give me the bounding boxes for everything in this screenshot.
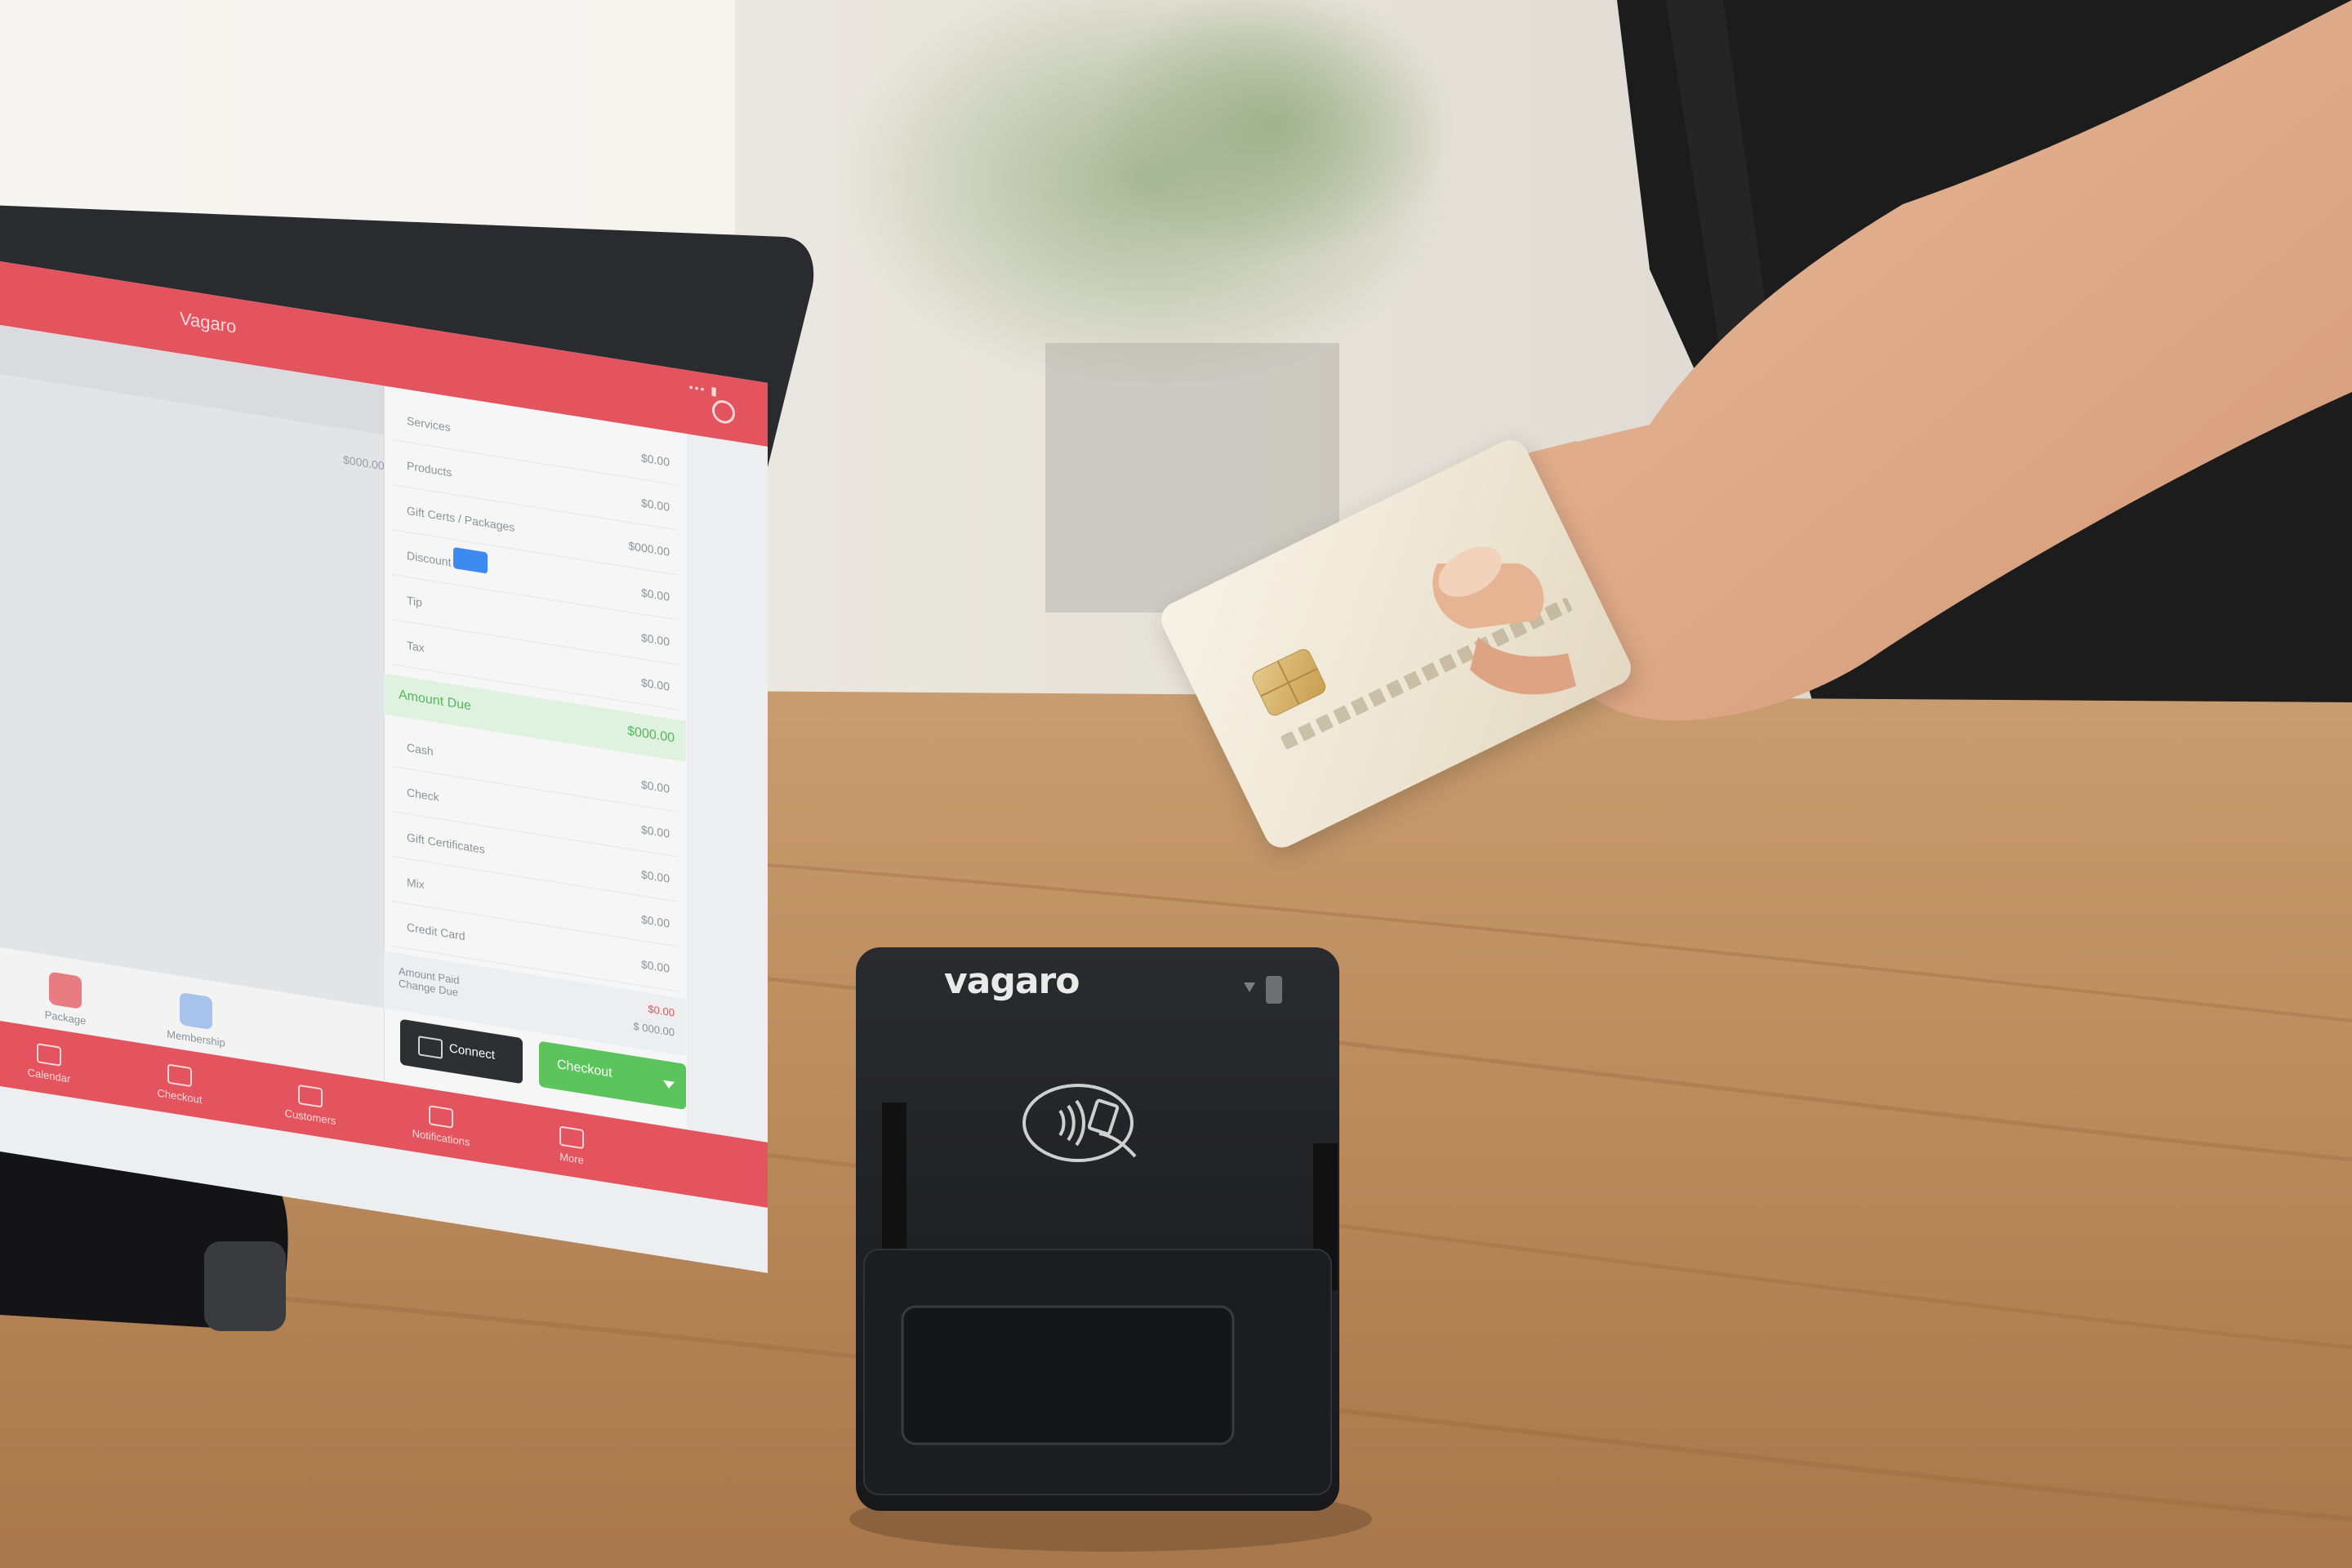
- change-due-value: $0.00: [648, 1002, 675, 1019]
- membership-icon: [180, 991, 212, 1031]
- card-reader-icon: [418, 1036, 443, 1059]
- calendar-icon: [37, 1043, 61, 1067]
- package-icon: [49, 971, 82, 1009]
- customers-icon: [298, 1084, 323, 1108]
- amount-paid-label: Amount Paid Change Due: [399, 964, 460, 999]
- emv-chip-icon: [1250, 646, 1329, 719]
- more-icon: [559, 1125, 584, 1150]
- register-icon: [167, 1063, 192, 1088]
- bell-icon: [429, 1105, 453, 1129]
- card-number-embossing: [1280, 597, 1573, 751]
- balance-value: $ 000.00: [633, 1019, 675, 1039]
- amount-due-value: $000.00: [627, 724, 675, 746]
- amount-due-label: Amount Due: [399, 688, 471, 714]
- tablet-screen: Vagaro ••• ▮ $000.00 Services $0.00 Produ…: [0, 261, 768, 1273]
- photo-scene: Vagaro ••• ▮ $000.00 Services $0.00 Produ…: [0, 0, 2352, 1568]
- contactless-payment-icon: [1022, 1084, 1137, 1162]
- reader-brand-logo: vagaro: [944, 960, 1080, 1002]
- membership-tile[interactable]: Membership: [163, 990, 229, 1050]
- chevron-down-icon: [663, 1080, 675, 1089]
- package-tile[interactable]: Package: [33, 969, 98, 1029]
